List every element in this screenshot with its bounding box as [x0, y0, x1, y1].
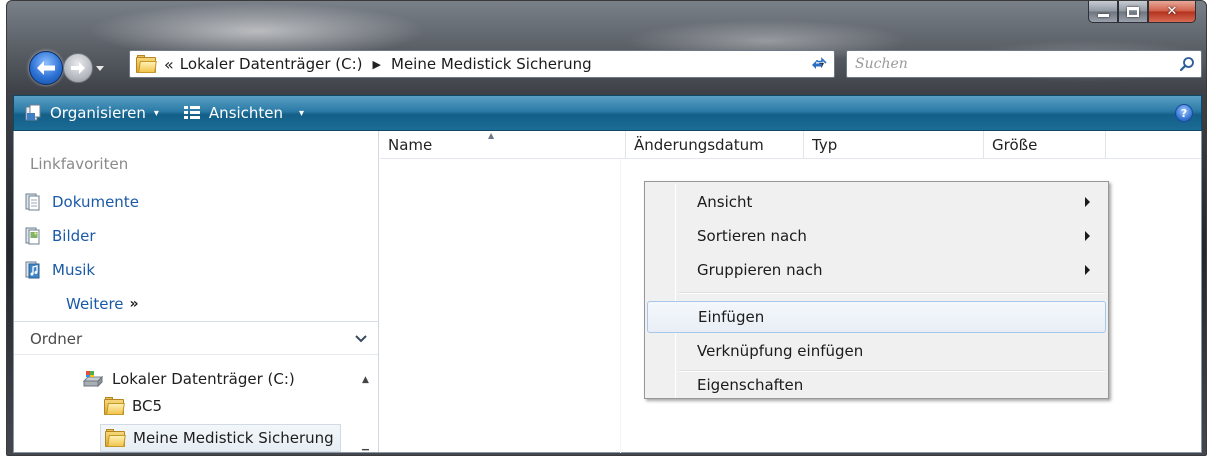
breadcrumb-separator-icon[interactable]: ▶: [373, 58, 381, 71]
double-chevron-right-icon: »: [129, 296, 139, 312]
favorite-link-label: Dokumente: [52, 193, 139, 211]
maximize-icon: [1127, 6, 1139, 17]
breadcrumb-overflow-chevron[interactable]: «: [164, 55, 174, 74]
back-button[interactable]: [29, 51, 63, 85]
tree-item-medistick[interactable]: Meine Medistick Sicherung: [100, 424, 341, 452]
organize-menu-button[interactable]: Organisieren ▾: [14, 96, 167, 130]
column-header-size[interactable]: Größe: [984, 131, 1106, 159]
breadcrumb: Lokaler Datenträger (C:) ▶ Meine Medisti…: [180, 55, 592, 73]
maximize-button[interactable]: [1118, 1, 1148, 23]
pictures-icon: [25, 227, 40, 245]
address-bar[interactable]: « Lokaler Datenträger (C:) ▶ Meine Medis…: [129, 50, 835, 78]
minimize-icon: [1097, 14, 1109, 17]
folder-icon: [105, 429, 126, 447]
submenu-arrow-icon: [1085, 197, 1090, 207]
minimize-button[interactable]: [1088, 1, 1118, 23]
organize-caret-icon: ▾: [153, 107, 159, 119]
arrow-left-icon: [37, 61, 55, 75]
favorite-link-documents[interactable]: Dokumente: [24, 193, 139, 211]
menu-item-group-by[interactable]: Gruppieren nach: [647, 254, 1106, 286]
documents-icon: [25, 193, 40, 211]
tree-item-label: Meine Medistick Sicherung: [133, 429, 334, 447]
submenu-arrow-icon: [1085, 231, 1090, 241]
menu-item-properties[interactable]: Eigenschaften: [647, 372, 1106, 398]
caption-buttons: ✕: [1088, 1, 1196, 25]
forward-button[interactable]: [63, 53, 93, 83]
menu-item-sort-by[interactable]: Sortieren nach: [647, 220, 1106, 252]
column-header-row: Name ▲ Änderungsdatum Typ Größe: [380, 131, 1201, 159]
folder-icon: [136, 55, 157, 73]
more-favorites-label: Weitere: [66, 295, 124, 313]
column-header-modified[interactable]: Änderungsdatum: [626, 131, 804, 159]
favorite-link-pictures[interactable]: Bilder: [24, 227, 96, 245]
menu-item-label: Verknüpfung einfügen: [697, 342, 864, 360]
menu-item-label: Einfügen: [698, 308, 765, 326]
favorites-heading: Linkfavoriten: [30, 155, 129, 173]
refresh-icon: [812, 57, 827, 69]
favorite-link-label: Musik: [52, 261, 96, 279]
recent-pages-dropdown[interactable]: [95, 63, 105, 73]
breadcrumb-item-drive[interactable]: Lokaler Datenträger (C:): [180, 55, 363, 73]
column-header-name[interactable]: Name ▲: [380, 131, 626, 159]
column-header-label: Änderungsdatum: [634, 136, 764, 154]
folders-section-header[interactable]: Ordner: [14, 321, 378, 355]
column-guide: [620, 159, 621, 453]
favorite-link-label: Bilder: [52, 227, 96, 245]
refresh-button[interactable]: [803, 50, 835, 78]
submenu-arrow-icon: [1085, 265, 1090, 275]
command-toolbar: Organisieren ▾ Ansichten ▾ ?: [13, 95, 1202, 131]
drive-icon: [82, 371, 104, 388]
close-button[interactable]: ✕: [1148, 1, 1196, 23]
sort-ascending-icon: ▲: [488, 131, 495, 140]
views-label: Ansichten: [208, 104, 284, 122]
column-header-label: Name: [388, 136, 433, 154]
help-icon: ?: [1180, 106, 1188, 120]
arrow-right-icon: [71, 62, 85, 74]
tree-item-label: BC5: [132, 397, 163, 415]
menu-item-paste[interactable]: Einfügen: [647, 301, 1106, 333]
column-header-label: Typ: [812, 136, 838, 154]
menu-item-paste-shortcut[interactable]: Verknüpfung einfügen: [647, 335, 1106, 367]
tree-item-local-disk[interactable]: Lokaler Datenträger (C:): [82, 369, 295, 389]
views-icon: [183, 106, 200, 119]
context-menu: Ansicht Sortieren nach Gruppieren nach E…: [644, 181, 1109, 399]
more-favorites-link[interactable]: Weitere »: [66, 295, 139, 313]
column-header-type[interactable]: Typ: [804, 131, 984, 159]
column-header-label: Größe: [992, 136, 1038, 154]
organize-icon: [25, 104, 41, 121]
scroll-down-icon[interactable]: ▁: [362, 441, 369, 451]
views-caret-icon: ▾: [299, 107, 305, 119]
views-menu-button[interactable]: Ansichten ▾: [167, 96, 312, 130]
favorite-link-music[interactable]: Musik: [24, 261, 95, 279]
menu-separator: [679, 292, 1105, 294]
scroll-up-icon[interactable]: ▲: [362, 375, 369, 385]
menu-item-label: Gruppieren nach: [697, 261, 823, 279]
organize-label: Organisieren: [50, 104, 146, 122]
navigation-pane: Linkfavoriten Dokumente Bilder Musik Wei…: [14, 131, 379, 452]
folder-tree-scrollbar[interactable]: ▲ ▁: [358, 371, 376, 453]
tree-item-bc5[interactable]: BC5: [104, 397, 162, 415]
search-icon[interactable]: [1179, 56, 1195, 72]
chevron-down-icon[interactable]: [354, 332, 368, 346]
search-field[interactable]: [846, 50, 1202, 78]
folder-icon: [104, 397, 125, 415]
menu-item-view[interactable]: Ansicht: [647, 186, 1106, 218]
folders-heading: Ordner: [30, 330, 83, 348]
tree-item-label: Lokaler Datenträger (C:): [112, 370, 295, 388]
search-input[interactable]: [847, 51, 1147, 77]
menu-item-label: Eigenschaften: [697, 376, 804, 394]
breadcrumb-item-folder[interactable]: Meine Medistick Sicherung: [391, 55, 592, 73]
menu-item-label: Ansicht: [697, 193, 753, 211]
help-button[interactable]: ?: [1175, 104, 1193, 122]
music-icon: [25, 261, 40, 279]
menu-item-label: Sortieren nach: [697, 227, 807, 245]
close-icon: ✕: [1166, 4, 1178, 19]
